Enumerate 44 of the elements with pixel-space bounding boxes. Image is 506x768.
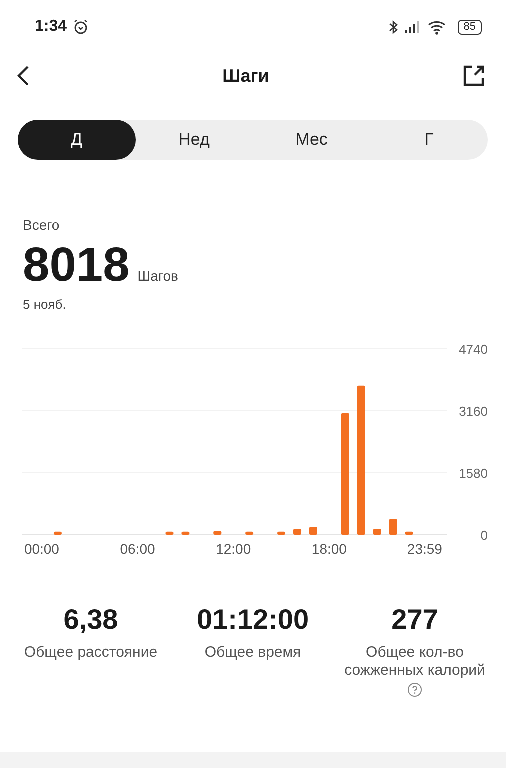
period-tab[interactable]: Г bbox=[370, 120, 488, 160]
stat-value: 6,38 bbox=[64, 604, 118, 636]
share-button[interactable] bbox=[462, 64, 486, 88]
stat-label: Общее время bbox=[204, 644, 302, 662]
step-count: 8018 bbox=[23, 239, 130, 293]
battery-level: 85 bbox=[458, 20, 482, 34]
axis-label: 1580 bbox=[459, 466, 488, 481]
stat-value: 01:12:00 bbox=[196, 604, 310, 636]
period-tab[interactable]: Нед bbox=[136, 120, 253, 160]
help-icon[interactable] bbox=[408, 683, 422, 697]
unit-label: Шагов bbox=[138, 268, 178, 284]
axis-label: 00:00 bbox=[24, 541, 60, 557]
stat-label: Общее кол-во сожженных калорий bbox=[344, 644, 486, 680]
stat-label: Общее расстояние bbox=[24, 644, 158, 662]
axis-label: 3160 bbox=[459, 404, 488, 419]
chart-bar bbox=[214, 531, 222, 535]
chart-bar bbox=[166, 532, 174, 535]
page-title: Шаги bbox=[222, 66, 270, 86]
chart-bar bbox=[373, 529, 382, 535]
chart-bar bbox=[278, 532, 286, 535]
chart-bar bbox=[54, 532, 62, 535]
back-button[interactable] bbox=[16, 65, 30, 87]
chart-bar bbox=[309, 527, 318, 535]
bluetooth-icon bbox=[388, 20, 398, 34]
axis-label: 4740 bbox=[459, 342, 488, 357]
alarm-icon bbox=[73, 19, 90, 35]
chart-bar bbox=[294, 529, 302, 535]
period-tab[interactable]: Мес bbox=[253, 120, 370, 160]
status-time: 1:34 bbox=[35, 18, 68, 36]
period-tab[interactable]: Д bbox=[18, 120, 136, 160]
chart-bar bbox=[405, 532, 414, 535]
date-label: 5 нояб. bbox=[23, 297, 68, 312]
total-label: Всего bbox=[23, 217, 61, 233]
axis-label: 18:00 bbox=[312, 541, 347, 557]
axis-label: 23:59 bbox=[407, 541, 442, 557]
stat-value: 277 bbox=[392, 604, 438, 636]
axis-label: 06:00 bbox=[120, 541, 156, 557]
wifi-icon bbox=[428, 20, 448, 34]
axis-label: 12:00 bbox=[216, 541, 252, 557]
chart-bar bbox=[182, 532, 190, 535]
chart-bar bbox=[389, 519, 398, 535]
chart-bar bbox=[246, 532, 254, 535]
axis-label: 0 bbox=[480, 528, 488, 543]
signal-icon bbox=[404, 20, 422, 34]
